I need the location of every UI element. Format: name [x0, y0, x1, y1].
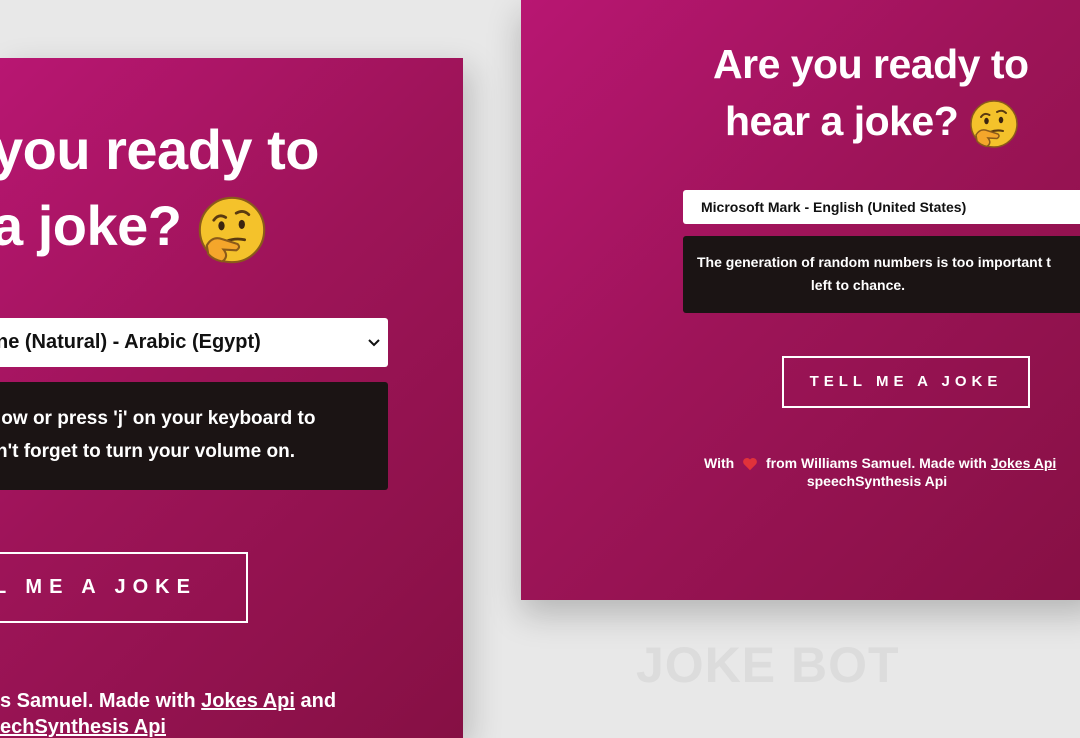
thinking-face-icon	[969, 99, 1019, 149]
title-line-1: Are you ready to	[713, 41, 1029, 87]
footer-credit-text: s Samuel. Made with	[0, 690, 196, 712]
title-line-2: a joke?	[0, 194, 182, 257]
title-line-2: hear a joke?	[725, 98, 959, 144]
footer-credit-text: from Williams Samuel. Made with	[765, 455, 987, 471]
message-line-2: left to chance.	[810, 277, 906, 293]
message-line-2: n't forget to turn your volume on.	[0, 441, 295, 462]
speech-synthesis-api-text: speechSynthesis Api	[806, 473, 948, 489]
joke-bot-card-right: Are you ready to hear a joke? Microsoft …	[521, 0, 1080, 600]
footer-credits: s Samuel. Made with Jokes Api and echSyn…	[0, 688, 463, 738]
heart-icon	[742, 457, 758, 471]
voice-select[interactable]: ne (Natural) - Arabic (Egypt)	[0, 318, 388, 367]
footer-credits: With from Williams Samuel. Made with Jok…	[521, 454, 1080, 490]
footer-and-text: and	[300, 690, 337, 712]
voice-select-value: Microsoft Mark - English (United States)	[701, 199, 967, 215]
message-line-1: The generation of random numbers is too …	[697, 254, 1051, 270]
title-line-1: you ready to	[0, 118, 319, 181]
jokes-api-link[interactable]: Jokes Api	[201, 690, 295, 712]
voice-select[interactable]: Microsoft Mark - English (United States)	[683, 190, 1080, 224]
thinking-face-icon	[197, 195, 267, 265]
joke-message-box: low or press 'j' on your keyboard to n't…	[0, 382, 388, 490]
page-title: Are you ready to hear a joke?	[521, 36, 1080, 150]
message-line-1: low or press 'j' on your keyboard to	[0, 408, 316, 429]
footer-with-text: With	[704, 455, 735, 471]
tell-me-a-joke-button[interactable]: TELL ME A JOKE	[782, 356, 1030, 408]
chevron-down-icon	[368, 339, 380, 347]
jokes-api-link[interactable]: Jokes Api	[991, 455, 1057, 471]
joke-bot-watermark: JOKE BOT	[636, 637, 900, 693]
voice-select-value: ne (Natural) - Arabic (Egypt)	[0, 331, 261, 353]
joke-bot-card-left: you ready to a joke? ne (Natural) - Arab…	[0, 58, 463, 738]
joke-message-box: The generation of random numbers is too …	[683, 236, 1080, 313]
speech-synthesis-api-link[interactable]: echSynthesis Api	[0, 716, 166, 738]
page-title: you ready to a joke?	[0, 112, 319, 265]
tell-me-a-joke-button[interactable]: L ME A JOKE	[0, 552, 248, 623]
